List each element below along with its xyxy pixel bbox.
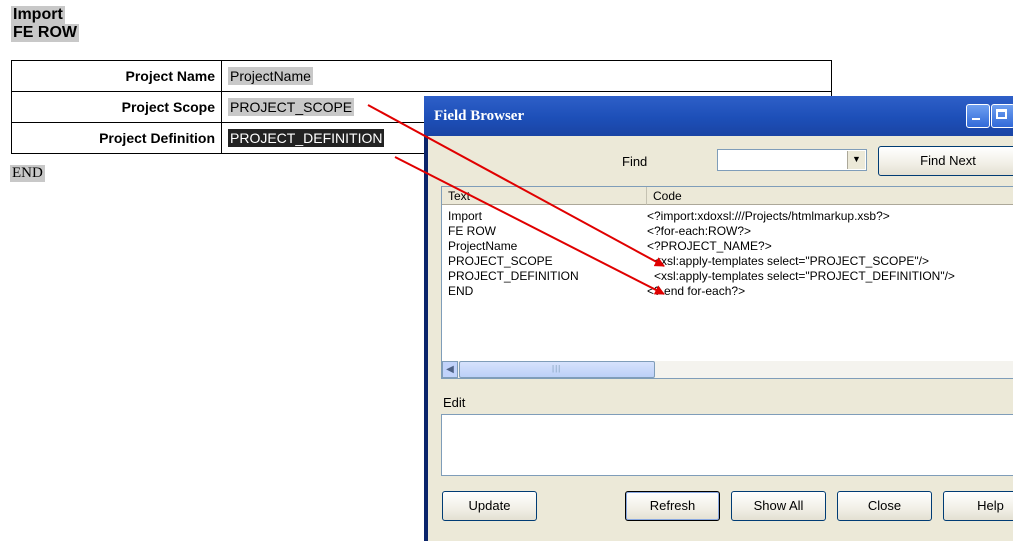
annotation-arrows xyxy=(367,104,665,295)
arrow-project-definition xyxy=(394,156,665,295)
arrow-project-scope xyxy=(367,104,665,267)
